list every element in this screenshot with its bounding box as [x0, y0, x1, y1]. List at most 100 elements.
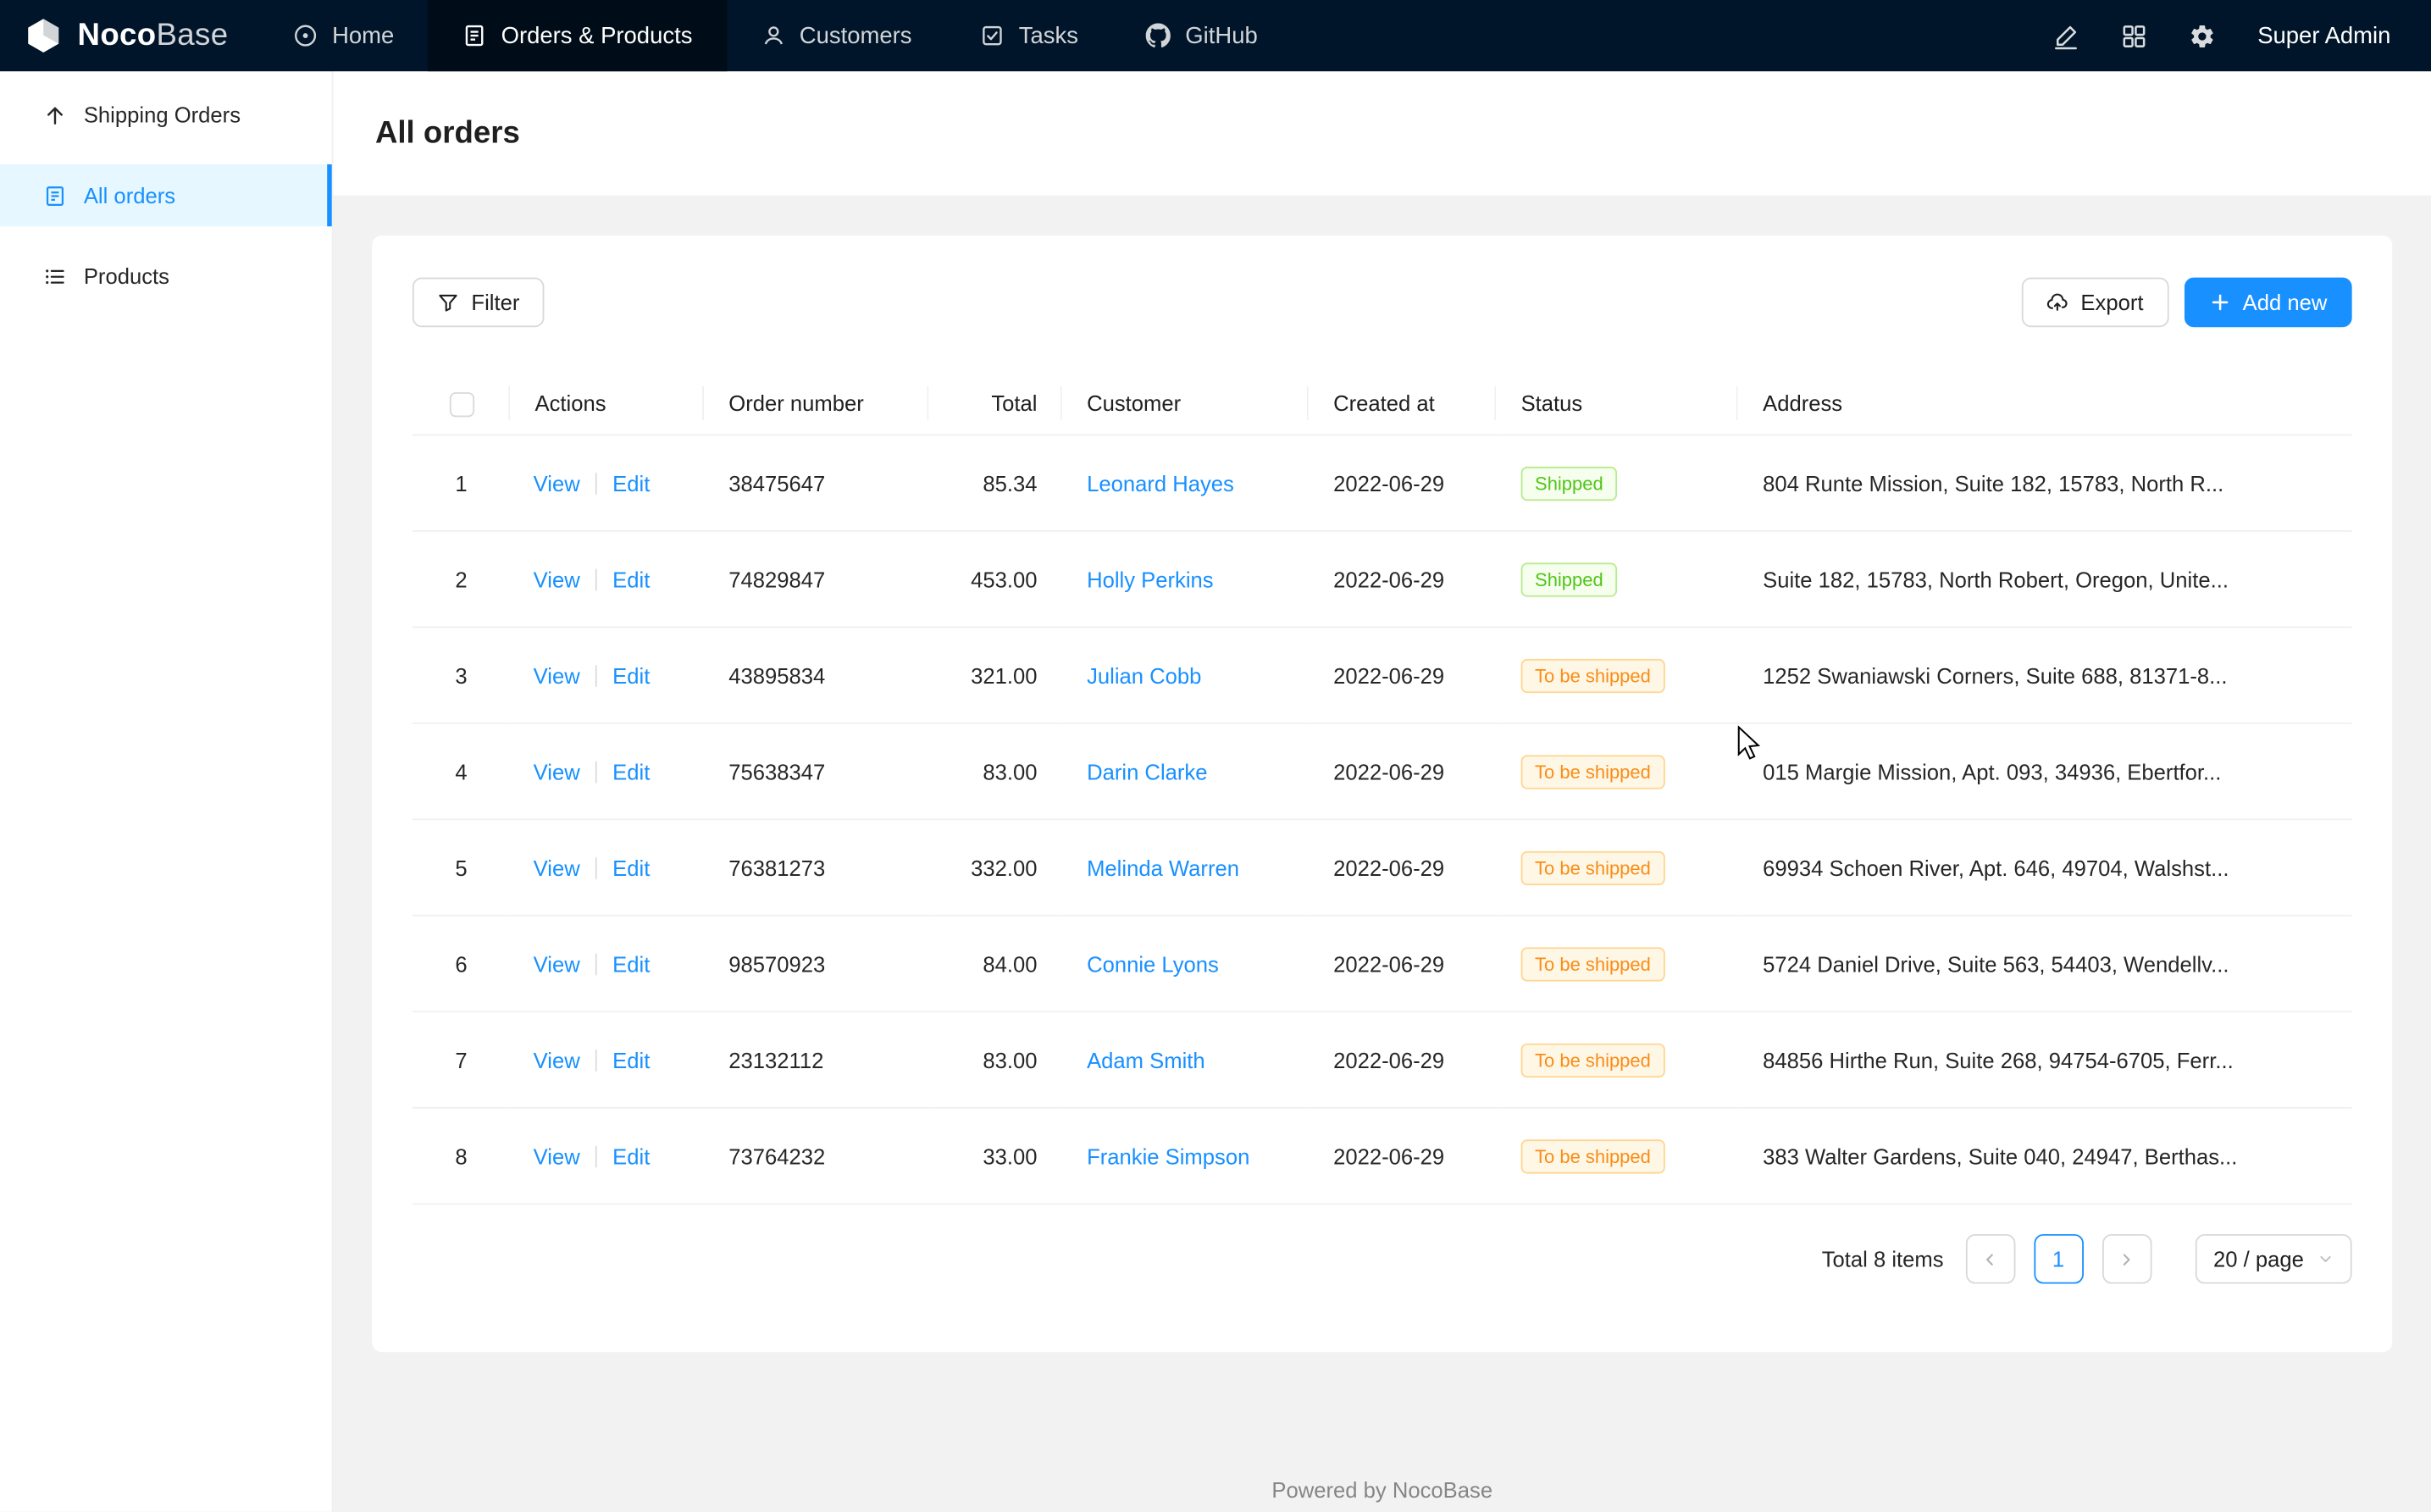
nocobase-logo[interactable]: NocoBase [0, 15, 259, 56]
created-at-cell: 2022-06-29 [1309, 435, 1496, 531]
order-number-cell: 98570923 [704, 917, 928, 1012]
export-cloud-icon [2046, 291, 2068, 313]
pagination-prev-button[interactable] [1965, 1234, 2015, 1284]
created-at-cell: 2022-06-29 [1309, 1012, 1496, 1108]
column-header-address: Address [1738, 372, 2352, 435]
settings-icon[interactable] [2190, 23, 2216, 49]
order-number-cell: 75638347 [704, 724, 928, 820]
customer-link[interactable]: Holly Perkins [1087, 567, 1214, 591]
actions-divider [595, 1049, 597, 1071]
filter-icon [437, 291, 459, 313]
status-cell: To be shipped [1496, 1109, 1738, 1205]
select-all-checkbox[interactable] [449, 391, 473, 416]
view-link[interactable]: View [534, 662, 580, 687]
sidebar-item-label: Shipping Orders [84, 102, 241, 127]
customers-icon [761, 23, 785, 47]
total-cell: 321.00 [928, 628, 1061, 723]
column-header-actions: Actions [510, 372, 704, 435]
edit-link[interactable]: Edit [612, 567, 650, 591]
table-body: 1 ViewEdit 38475647 85.34 Leonard Hayes … [413, 435, 2352, 1205]
column-header-status: Status [1496, 372, 1738, 435]
row-index: 7 [413, 1012, 510, 1108]
status-tag: Shipped [1521, 466, 1618, 500]
view-link[interactable]: View [534, 951, 580, 976]
row-index: 1 [413, 435, 510, 531]
plugins-icon[interactable] [2121, 23, 2147, 49]
nav-item-customers[interactable]: Customers [727, 0, 946, 71]
edit-link[interactable]: Edit [612, 662, 650, 687]
address-cell: Suite 182, 15783, North Robert, Oregon, … [1738, 532, 2352, 628]
pagination-next-button[interactable] [2102, 1234, 2151, 1284]
customer-cell: Darin Clarke [1062, 724, 1309, 820]
address-cell: 1252 Swaniawski Corners, Suite 688, 8137… [1738, 628, 2352, 723]
row-actions: View Edit [510, 1012, 704, 1108]
chevron-left-icon [1981, 1250, 1998, 1267]
status-cell: To be shipped [1496, 820, 1738, 916]
row-index: 2 [413, 532, 510, 628]
row-actions: View Edit [510, 1109, 704, 1205]
row-actions: View Edit [510, 724, 704, 820]
customer-cell: Holly Perkins [1062, 532, 1309, 628]
row-actions: View Edit [510, 532, 704, 628]
top-nav: NocoBase Home Orders & Products Customer… [0, 0, 2431, 71]
products-list-icon [43, 264, 66, 287]
view-link[interactable]: View [534, 855, 580, 879]
nav-item-orders-products[interactable]: Orders & Products [429, 0, 727, 71]
nav-item-github[interactable]: GitHub [1112, 0, 1292, 71]
orders-table-card: Filter Export Add new [372, 235, 2392, 1352]
nav-item-tasks[interactable]: Tasks [946, 0, 1112, 71]
sidebar-item-all-orders[interactable]: All orders [0, 164, 332, 226]
customer-cell: Leonard Hayes [1062, 435, 1309, 531]
status-cell: To be shipped [1496, 917, 1738, 1012]
add-new-button[interactable]: Add new [2184, 278, 2352, 328]
edit-link[interactable]: Edit [612, 471, 650, 496]
edit-link[interactable]: Edit [612, 1047, 650, 1072]
github-icon [1147, 23, 1171, 47]
view-link[interactable]: View [534, 1047, 580, 1072]
main-menu: Home Orders & Products Customers Tasks [259, 0, 1292, 71]
customer-cell: Julian Cobb [1062, 628, 1309, 723]
status-tag: To be shipped [1521, 754, 1665, 788]
table-row: 1 ViewEdit 38475647 85.34 Leonard Hayes … [413, 435, 2352, 531]
edit-link[interactable]: Edit [612, 951, 650, 976]
customer-link[interactable]: Melinda Warren [1087, 855, 1239, 879]
view-link[interactable]: View [534, 567, 580, 591]
pagination-page-1[interactable]: 1 [2034, 1234, 2084, 1284]
sidebar-item-products[interactable]: Products [0, 245, 332, 307]
row-index: 8 [413, 1109, 510, 1205]
export-button[interactable]: Export [2022, 278, 2168, 328]
view-link[interactable]: View [534, 1144, 580, 1168]
customer-link[interactable]: Frankie Simpson [1087, 1144, 1249, 1168]
pagination: Total 8 items 1 20 / page [413, 1234, 2352, 1284]
actions-divider [595, 568, 597, 590]
filter-button[interactable]: Filter [413, 278, 545, 328]
ui-editor-icon[interactable] [2053, 23, 2079, 49]
column-header-order-number: Order number [704, 372, 928, 435]
customer-link[interactable]: Julian Cobb [1087, 662, 1201, 687]
nav-item-label: Customers [800, 23, 912, 49]
status-tag: To be shipped [1521, 1138, 1665, 1172]
table-row: 7 ViewEdit 23132112 83.00 Adam Smith 202… [413, 1012, 2352, 1108]
view-link[interactable]: View [534, 759, 580, 784]
nav-right: Super Admin [2053, 23, 2431, 49]
edit-link[interactable]: Edit [612, 759, 650, 784]
customer-link[interactable]: Leonard Hayes [1087, 471, 1234, 496]
customer-link[interactable]: Connie Lyons [1087, 951, 1219, 976]
actions-divider [595, 856, 597, 878]
sidebar-item-shipping-orders[interactable]: Shipping Orders [0, 84, 332, 146]
user-menu[interactable]: Super Admin [2257, 23, 2390, 49]
customer-cell: Adam Smith [1062, 1012, 1309, 1108]
status-cell: Shipped [1496, 532, 1738, 628]
customer-link[interactable]: Adam Smith [1087, 1047, 1205, 1072]
edit-link[interactable]: Edit [612, 1144, 650, 1168]
nav-item-home[interactable]: Home [259, 0, 429, 71]
row-index: 3 [413, 628, 510, 723]
nav-item-label: Tasks [1019, 23, 1078, 49]
row-actions: View Edit [510, 435, 704, 531]
status-cell: To be shipped [1496, 628, 1738, 723]
page-size-select[interactable]: 20 / page [2195, 1234, 2352, 1284]
total-cell: 84.00 [928, 917, 1061, 1012]
edit-link[interactable]: Edit [612, 855, 650, 879]
view-link[interactable]: View [534, 471, 580, 496]
customer-link[interactable]: Darin Clarke [1087, 759, 1207, 784]
